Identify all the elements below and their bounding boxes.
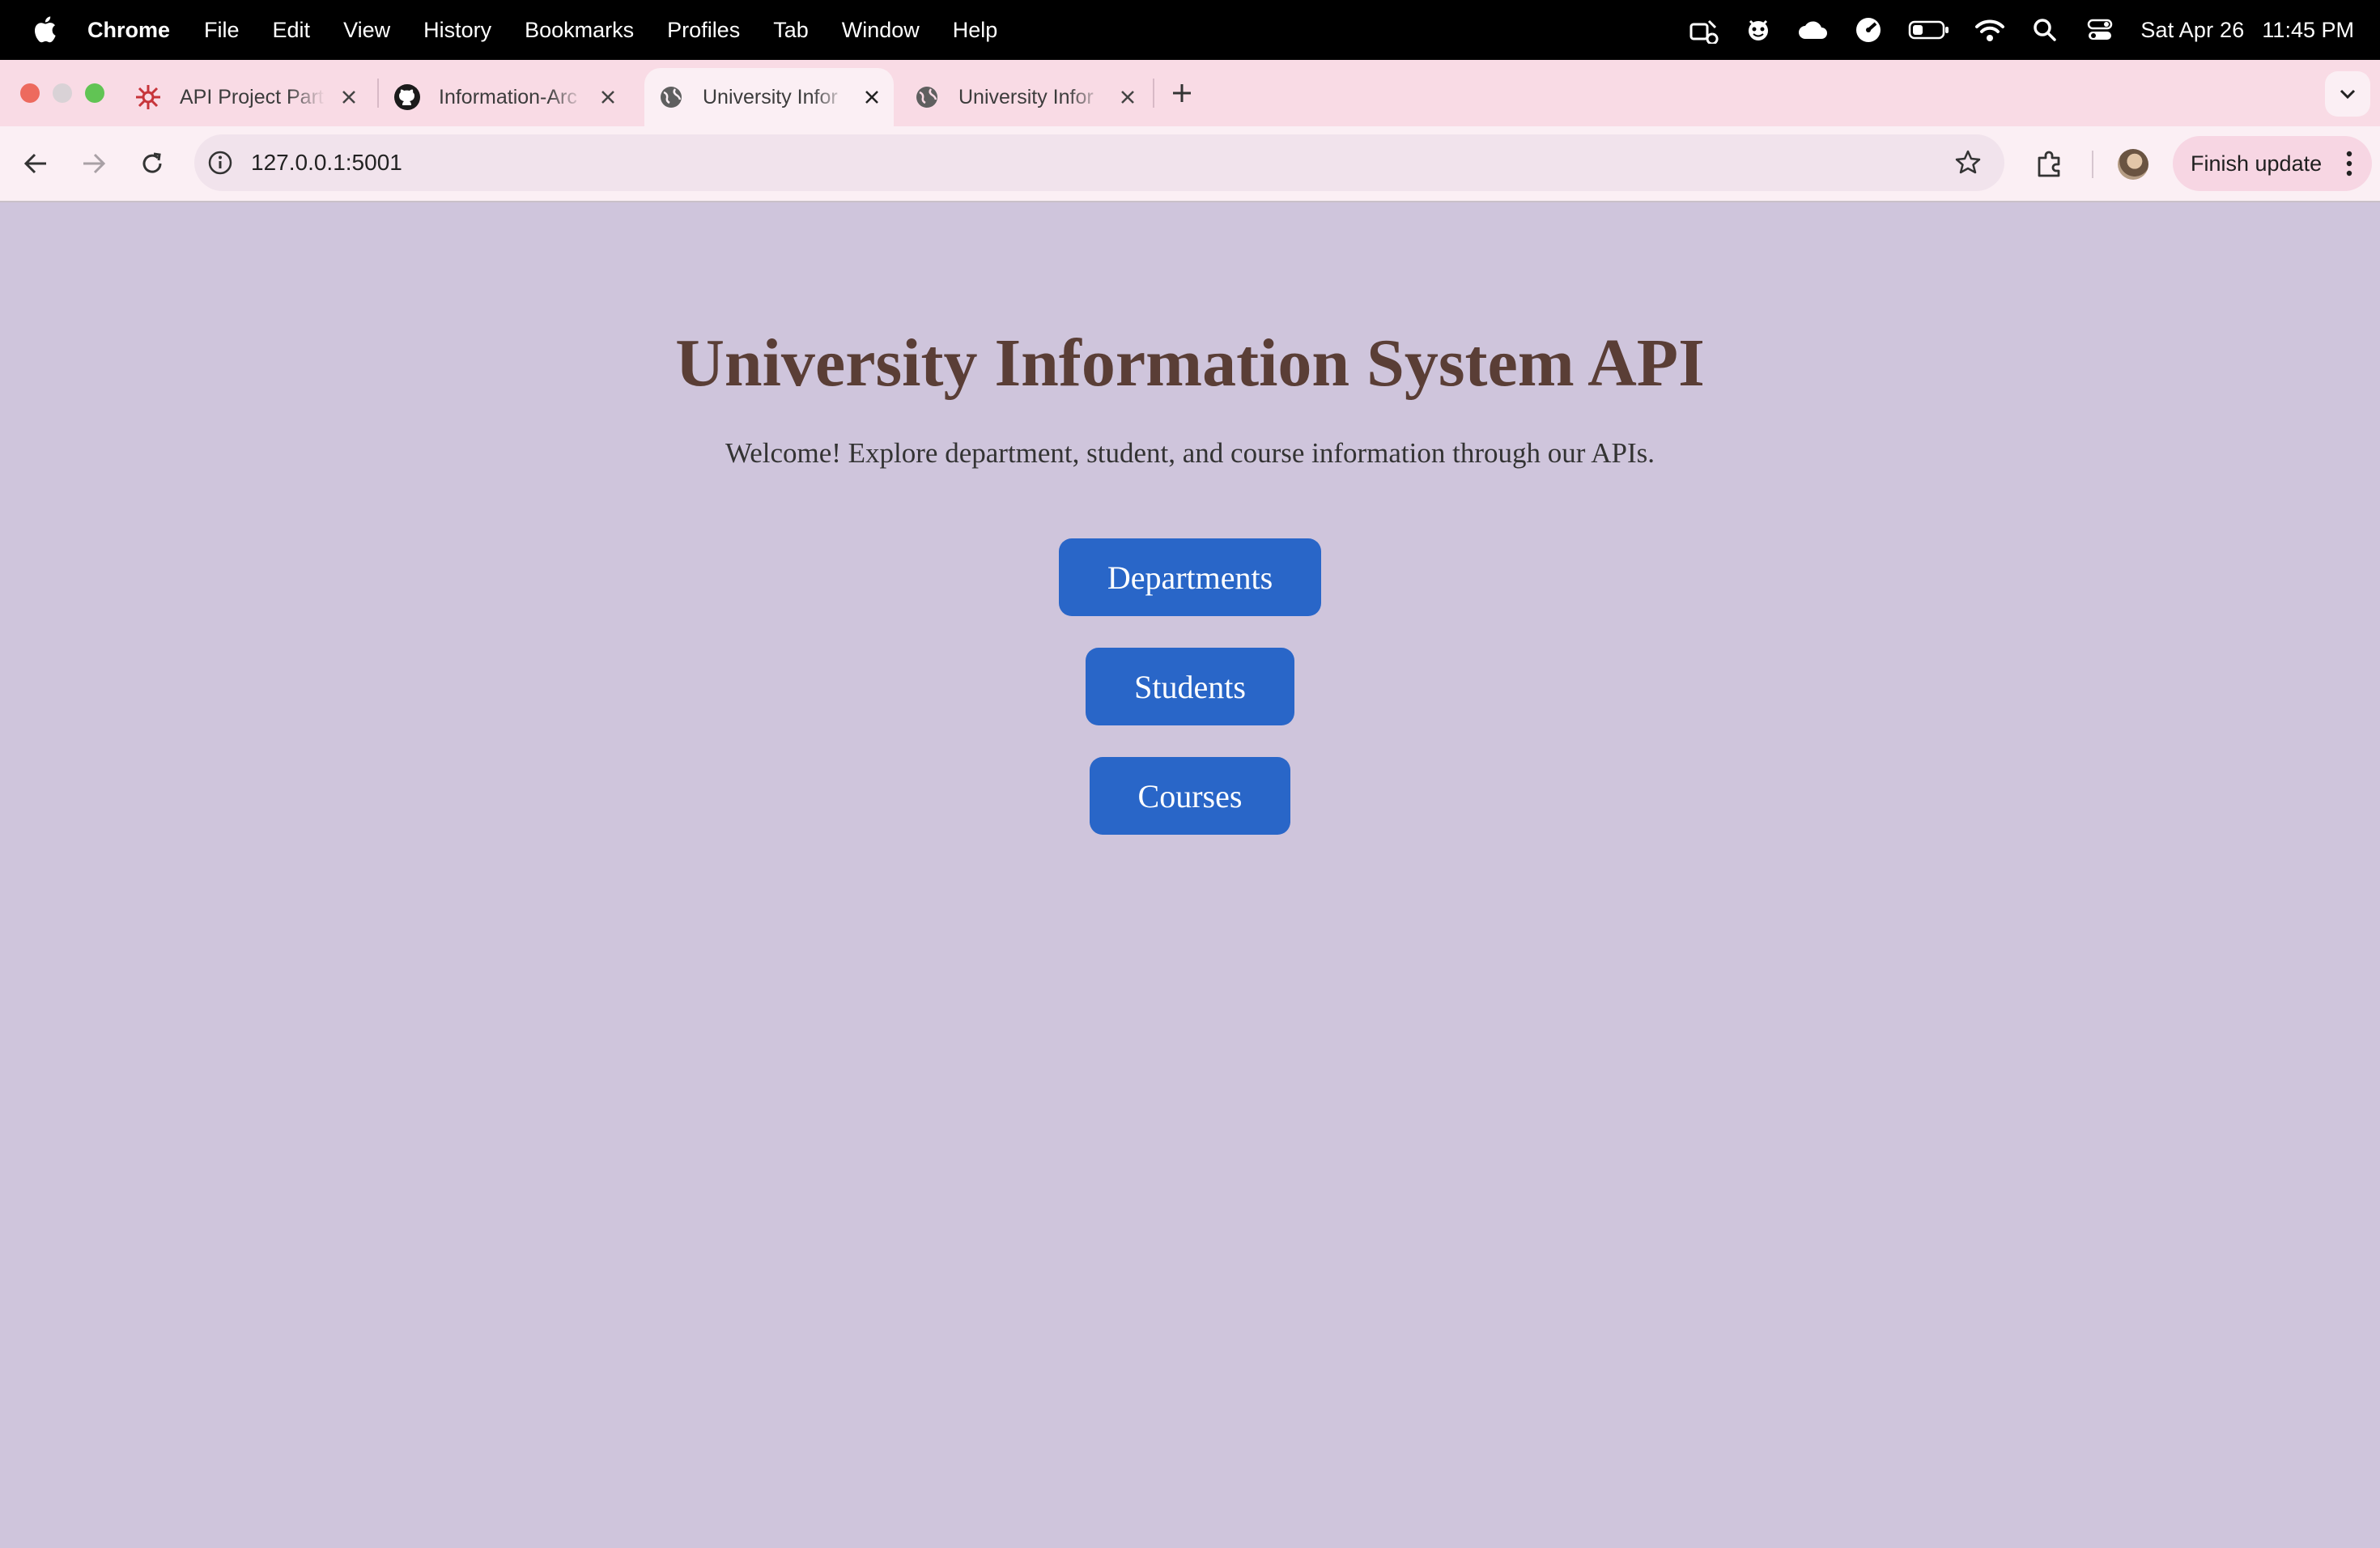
menu-bookmarks[interactable]: Bookmarks [525,18,634,43]
menu-help[interactable]: Help [953,18,998,43]
apple-logo-icon[interactable] [32,14,57,45]
menu-edit[interactable]: Edit [273,18,311,43]
tab-title: API Project Part [180,85,324,108]
tab-title: University Infor [958,85,1094,108]
tab-title: University Infor [703,85,838,108]
menu-view[interactable]: View [343,18,390,43]
screen-capture-icon[interactable] [1742,14,1774,46]
menubar-date[interactable]: Sat Apr 26 [2140,18,2244,43]
reload-button[interactable] [133,144,172,183]
finish-update-button[interactable]: Finish update [2173,136,2372,191]
tab-search-button[interactable] [2325,71,2370,117]
control-center-icon[interactable] [2084,14,2116,46]
spotlight-search-icon[interactable] [2029,14,2061,46]
menu-app-chrome[interactable]: Chrome [87,18,170,43]
tab-title: Information-Arc [439,85,577,108]
new-tab-button[interactable] [1166,77,1198,109]
tab-university-info[interactable]: University Infor [913,68,1148,126]
page-title: University Information System API [675,325,1705,401]
github-icon [393,83,421,111]
menubar-time[interactable]: 11:45 PM [2262,18,2354,43]
window-minimize-button[interactable] [53,83,72,103]
address-bar[interactable]: 127.0.0.1:5001 [194,134,2004,191]
courses-button[interactable]: Courses [1090,757,1290,835]
tab-close-icon[interactable] [860,85,884,109]
tab-separator [377,79,379,108]
asu-logo-icon [134,83,162,111]
address-url[interactable]: 127.0.0.1:5001 [251,150,402,176]
stage-manager-icon[interactable] [1687,14,1719,46]
cloud-icon[interactable] [1797,14,1830,46]
students-button[interactable]: Students [1086,648,1294,725]
tab-close-icon[interactable] [337,85,361,109]
globe-icon [913,83,941,111]
tab-github[interactable]: Information-Arc [393,68,628,126]
toolbar-separator [2092,151,2093,178]
menu-file[interactable]: File [204,18,240,43]
departments-button[interactable]: Departments [1059,538,1321,616]
speedometer-icon[interactable] [1852,14,1885,46]
back-button[interactable] [16,144,55,183]
menu-history[interactable]: History [423,18,491,43]
tab-university-info-active[interactable]: University Infor [644,68,894,126]
menu-tab[interactable]: Tab [773,18,809,43]
macos-menu-bar: Chrome File Edit View History Bookmarks … [0,0,2380,60]
extensions-puzzle-icon[interactable] [2032,146,2068,181]
site-info-icon[interactable] [206,148,235,177]
tab-api-project[interactable]: API Project Part [134,68,369,126]
tab-close-icon[interactable] [596,85,620,109]
profile-avatar[interactable] [2118,149,2148,180]
forward-button[interactable] [74,144,113,183]
window-close-button[interactable] [20,83,40,103]
more-menu-icon[interactable] [2346,151,2352,176]
menu-profiles[interactable]: Profiles [667,18,740,43]
window-zoom-button[interactable] [85,83,104,103]
tab-close-icon[interactable] [1116,85,1140,109]
globe-icon [657,83,685,111]
bookmark-star-icon[interactable] [1953,147,1983,178]
tab-separator [1153,79,1154,108]
battery-icon[interactable] [1907,14,1951,46]
menu-window[interactable]: Window [842,18,920,43]
finish-update-label: Finish update [2191,151,2323,176]
wifi-icon[interactable] [1974,14,2006,46]
page-subtitle: Welcome! Explore department, student, an… [725,437,1655,469]
